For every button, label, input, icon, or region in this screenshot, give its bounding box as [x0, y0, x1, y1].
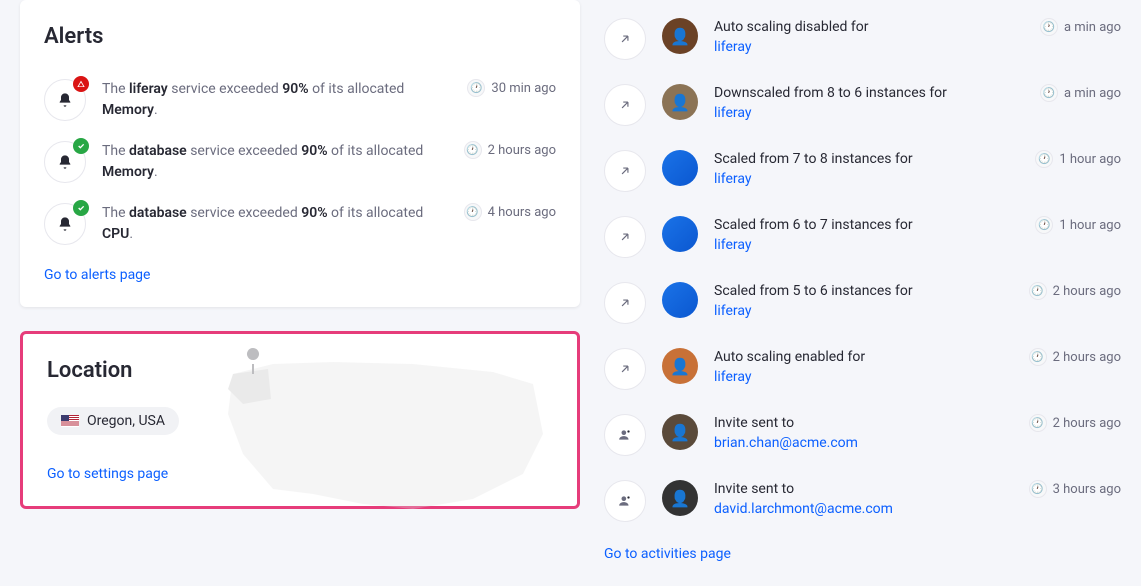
- location-card: Location Oregon, USA Go to settings page: [20, 331, 580, 509]
- us-flag-icon: [61, 415, 79, 427]
- time-chip: 🕐2 hours ago: [464, 141, 556, 159]
- time-chip: 🕐30 min ago: [467, 79, 556, 97]
- bell-icon: [44, 79, 86, 121]
- bell-icon: [44, 203, 86, 245]
- alerts-link[interactable]: Go to alerts page: [44, 267, 150, 283]
- user-add-icon: [604, 480, 646, 522]
- avatar: 👤: [662, 480, 698, 516]
- clock-icon: 🕐: [1029, 348, 1047, 366]
- activity-text: Downscaled from 8 to 6 instances forlife…: [714, 84, 1024, 123]
- time-chip: 🕐1 hour ago: [1035, 150, 1121, 168]
- activity-link[interactable]: liferay: [714, 171, 752, 187]
- activity-row: 👤 Invite sent tobrian.chan@acme.com 🕐2 h…: [604, 402, 1121, 468]
- time-chip: 🕐2 hours ago: [1029, 348, 1121, 366]
- activity-row: Scaled from 7 to 8 instances forliferay …: [604, 138, 1121, 204]
- activity-link[interactable]: liferay: [714, 369, 752, 385]
- activity-text: Invite sent todavid.larchmont@acme.com: [714, 480, 1013, 519]
- alert-text: The liferay service exceeded 90% of its …: [102, 79, 451, 121]
- clock-icon: 🕐: [1035, 150, 1053, 168]
- alert-text: The database service exceeded 90% of its…: [102, 141, 448, 183]
- alert-text: The database service exceeded 90% of its…: [102, 203, 448, 245]
- time-chip: 🕐2 hours ago: [1029, 414, 1121, 432]
- clock-icon: 🕐: [1040, 84, 1058, 102]
- arrow-icon: [604, 348, 646, 390]
- avatar: [662, 216, 698, 252]
- activity-text: Auto scaling enabled forliferay: [714, 348, 1013, 387]
- arrow-icon: [604, 18, 646, 60]
- arrow-icon: [604, 282, 646, 324]
- arrow-icon: [604, 84, 646, 126]
- us-map-icon: [213, 344, 553, 482]
- time-chip: 🕐2 hours ago: [1029, 282, 1121, 300]
- time-chip: 🕐a min ago: [1040, 18, 1121, 36]
- activity-link[interactable]: liferay: [714, 237, 752, 253]
- clock-icon: 🕐: [1029, 282, 1047, 300]
- user-add-icon: [604, 414, 646, 456]
- activity-link[interactable]: liferay: [714, 105, 752, 121]
- activities-link[interactable]: Go to activities page: [604, 546, 731, 562]
- location-link[interactable]: Go to settings page: [47, 466, 168, 482]
- activity-text: Invite sent tobrian.chan@acme.com: [714, 414, 1013, 453]
- arrow-icon: [604, 150, 646, 192]
- activity-link[interactable]: brian.chan@acme.com: [714, 435, 858, 451]
- time-chip: 🕐1 hour ago: [1035, 216, 1121, 234]
- activity-link[interactable]: liferay: [714, 303, 752, 319]
- activity-text: Auto scaling disabled forliferay: [714, 18, 1024, 57]
- ok-badge-icon: [73, 200, 89, 216]
- alert-row: The database service exceeded 90% of its…: [44, 131, 556, 193]
- avatar: [662, 150, 698, 186]
- activity-row: 👤 Auto scaling disabled forliferay 🕐a mi…: [604, 6, 1121, 72]
- clock-icon: 🕐: [467, 79, 485, 97]
- activity-text: Scaled from 7 to 8 instances forliferay: [714, 150, 1019, 189]
- clock-icon: 🕐: [1029, 480, 1047, 498]
- clock-icon: 🕐: [1029, 414, 1047, 432]
- activity-link[interactable]: david.larchmont@acme.com: [714, 501, 893, 517]
- alert-row: The liferay service exceeded 90% of its …: [44, 69, 556, 131]
- arrow-icon: [604, 216, 646, 258]
- activity-row: Scaled from 6 to 7 instances forliferay …: [604, 204, 1121, 270]
- activity-row: 👤 Auto scaling enabled forliferay 🕐2 hou…: [604, 336, 1121, 402]
- location-label: Oregon, USA: [87, 413, 165, 429]
- alert-row: The database service exceeded 90% of its…: [44, 193, 556, 255]
- avatar: 👤: [662, 414, 698, 450]
- time-chip: 🕐a min ago: [1040, 84, 1121, 102]
- clock-icon: 🕐: [464, 141, 482, 159]
- alerts-title: Alerts: [44, 24, 556, 49]
- clock-icon: 🕐: [464, 203, 482, 221]
- avatar: 👤: [662, 84, 698, 120]
- activity-text: Scaled from 5 to 6 instances forliferay: [714, 282, 1013, 321]
- activity-row: Scaled from 5 to 6 instances forliferay …: [604, 270, 1121, 336]
- clock-icon: 🕐: [1035, 216, 1053, 234]
- avatar: [662, 282, 698, 318]
- activity-row: 👤 Invite sent todavid.larchmont@acme.com…: [604, 468, 1121, 534]
- bell-icon: [44, 141, 86, 183]
- time-chip: 🕐4 hours ago: [464, 203, 556, 221]
- location-chip[interactable]: Oregon, USA: [47, 407, 179, 435]
- avatar: 👤: [662, 18, 698, 54]
- ok-badge-icon: [73, 138, 89, 154]
- activities-list: 👤 Auto scaling disabled forliferay 🕐a mi…: [604, 0, 1121, 562]
- activity-link[interactable]: liferay: [714, 39, 752, 55]
- warn-badge-icon: [73, 76, 89, 92]
- activity-row: 👤 Downscaled from 8 to 6 instances forli…: [604, 72, 1121, 138]
- alerts-card: Alerts The liferay service exceeded 90% …: [20, 0, 580, 307]
- time-chip: 🕐3 hours ago: [1029, 480, 1121, 498]
- activity-text: Scaled from 6 to 7 instances forliferay: [714, 216, 1019, 255]
- avatar: 👤: [662, 348, 698, 384]
- clock-icon: 🕐: [1040, 18, 1058, 36]
